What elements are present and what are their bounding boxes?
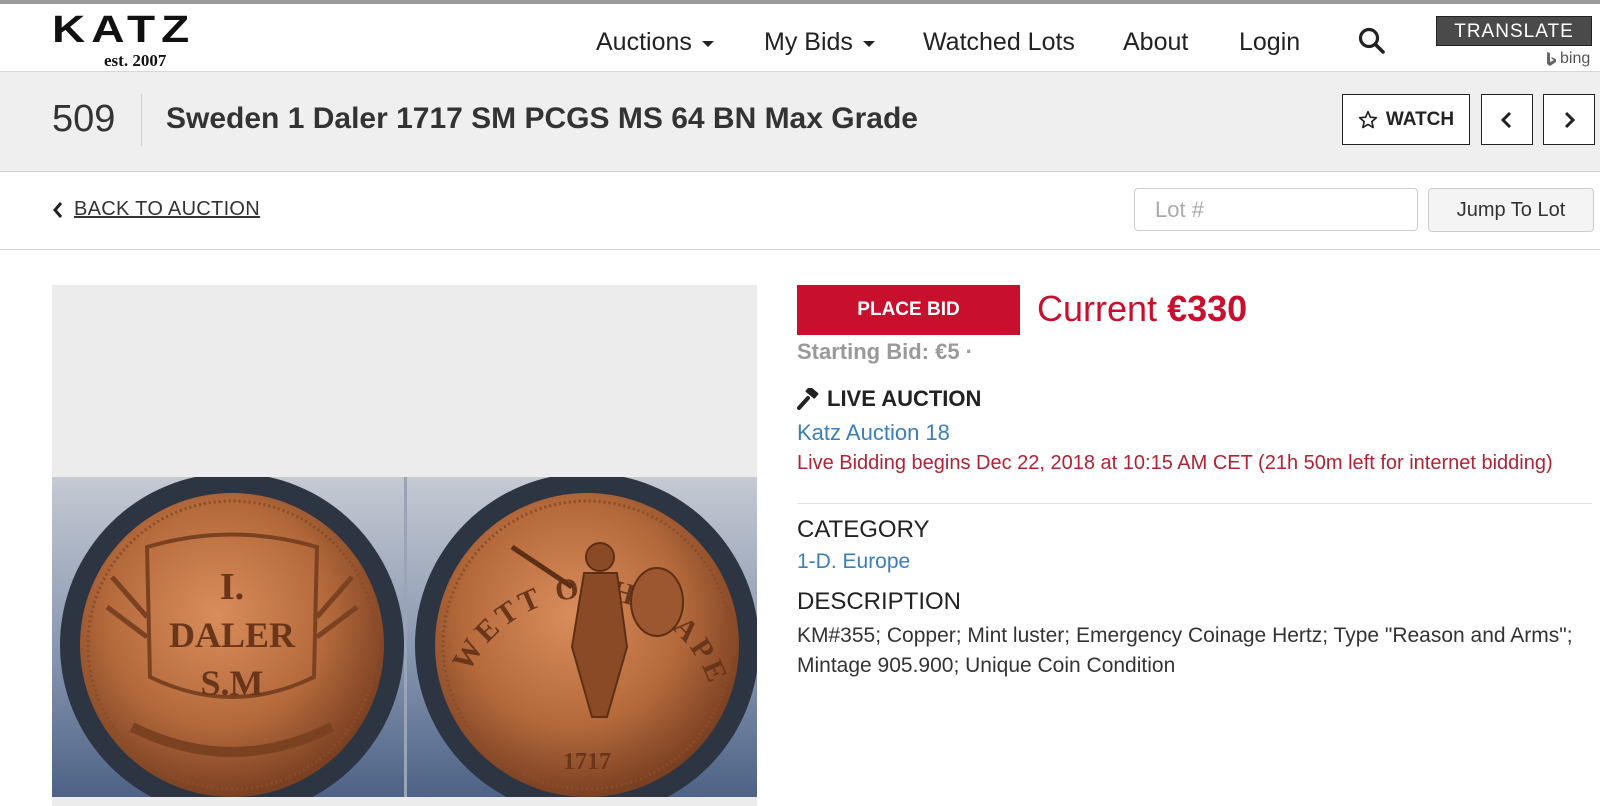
lot-number: 509 [52,98,116,140]
nav-auctions[interactable]: Auctions [596,24,714,60]
search-button[interactable] [1357,26,1387,56]
description-heading: DESCRIPTION [797,588,962,615]
starting-bid: Starting Bid: €5 · [797,339,974,364]
watch-button[interactable]: WATCH [1342,94,1470,145]
chevron-left-icon [1500,111,1512,128]
category-link[interactable]: 1-D. Europe [797,550,910,574]
jump-to-lot-button[interactable]: Jump To Lot [1428,188,1594,232]
current-bid-value: €330 [1167,288,1248,329]
bing-attribution: bing [1546,50,1590,68]
chevron-left-icon [53,201,63,218]
bing-label: bing [1560,50,1591,67]
live-auction-label: LIVE AUCTION [827,386,982,411]
search-icon [1358,27,1385,54]
nav-auctions-label: Auctions [596,27,692,56]
chevron-down-icon [701,41,714,47]
katz-logo[interactable]: KATZ est. 2007 [52,10,242,70]
current-bid-label: Current [1037,288,1158,329]
logo-tagline: est. 2007 [104,51,167,70]
chevron-down-icon [862,41,875,47]
obverse-line-3: S.M [201,663,264,703]
chevron-right-icon [1564,111,1576,128]
nav-my-bids-label: My Bids [764,27,853,56]
obverse-line-1: I. [220,566,244,608]
translate-button[interactable]: TRANSLATE [1436,16,1592,46]
back-to-auction-label: BACK TO AUCTION [74,198,261,220]
live-bidding-note: Live Bidding begins Dec 22, 2018 at 10:1… [797,452,1553,474]
current-bid: Current €330 [1037,288,1247,330]
logo-wordmark: KATZ [52,7,196,51]
lot-number-input[interactable] [1134,188,1418,231]
nav-login[interactable]: Login [1239,24,1300,60]
auction-name-link[interactable]: Katz Auction 18 [797,420,950,446]
nav-my-bids[interactable]: My Bids [764,24,875,60]
lot-navigation-bar: BACK TO AUCTION Jump To Lot [0,172,1600,250]
nav-watched-lots[interactable]: Watched Lots [923,24,1075,60]
category-heading: CATEGORY [797,516,930,543]
place-bid-button[interactable]: PLACE BID [797,285,1020,335]
coin-photo[interactable]: I. DALER S.M WETT OCH WAPEN 1717 [52,477,757,797]
previous-lot-button[interactable] [1481,94,1533,145]
star-icon [1358,110,1378,128]
description-text: KM#355; Copper; Mint luster; Emergency C… [797,624,1573,677]
nav-about[interactable]: About [1123,24,1188,60]
lot-title-bar: 509 Sweden 1 Daler 1717 SM PCGS MS 64 BN… [0,72,1600,172]
live-auction-heading: LIVE AUCTION [797,386,981,412]
page-title: Sweden 1 Daler 1717 SM PCGS MS 64 BN Max… [166,102,918,135]
divider [797,503,1592,504]
top-navigation: KATZ est. 2007 Auctions My Bids Watched … [0,0,1600,72]
lot-image-panel[interactable]: I. DALER S.M WETT OCH WAPEN 1717 [52,285,757,806]
next-lot-button[interactable] [1543,94,1595,145]
back-to-auction-link[interactable]: BACK TO AUCTION [52,198,260,221]
divider [141,94,142,146]
watch-label: WATCH [1385,108,1455,130]
bing-icon [1547,51,1556,66]
reverse-date: 1717 [563,749,611,775]
gavel-icon [797,388,819,410]
obverse-line-2: DALER [169,615,296,655]
